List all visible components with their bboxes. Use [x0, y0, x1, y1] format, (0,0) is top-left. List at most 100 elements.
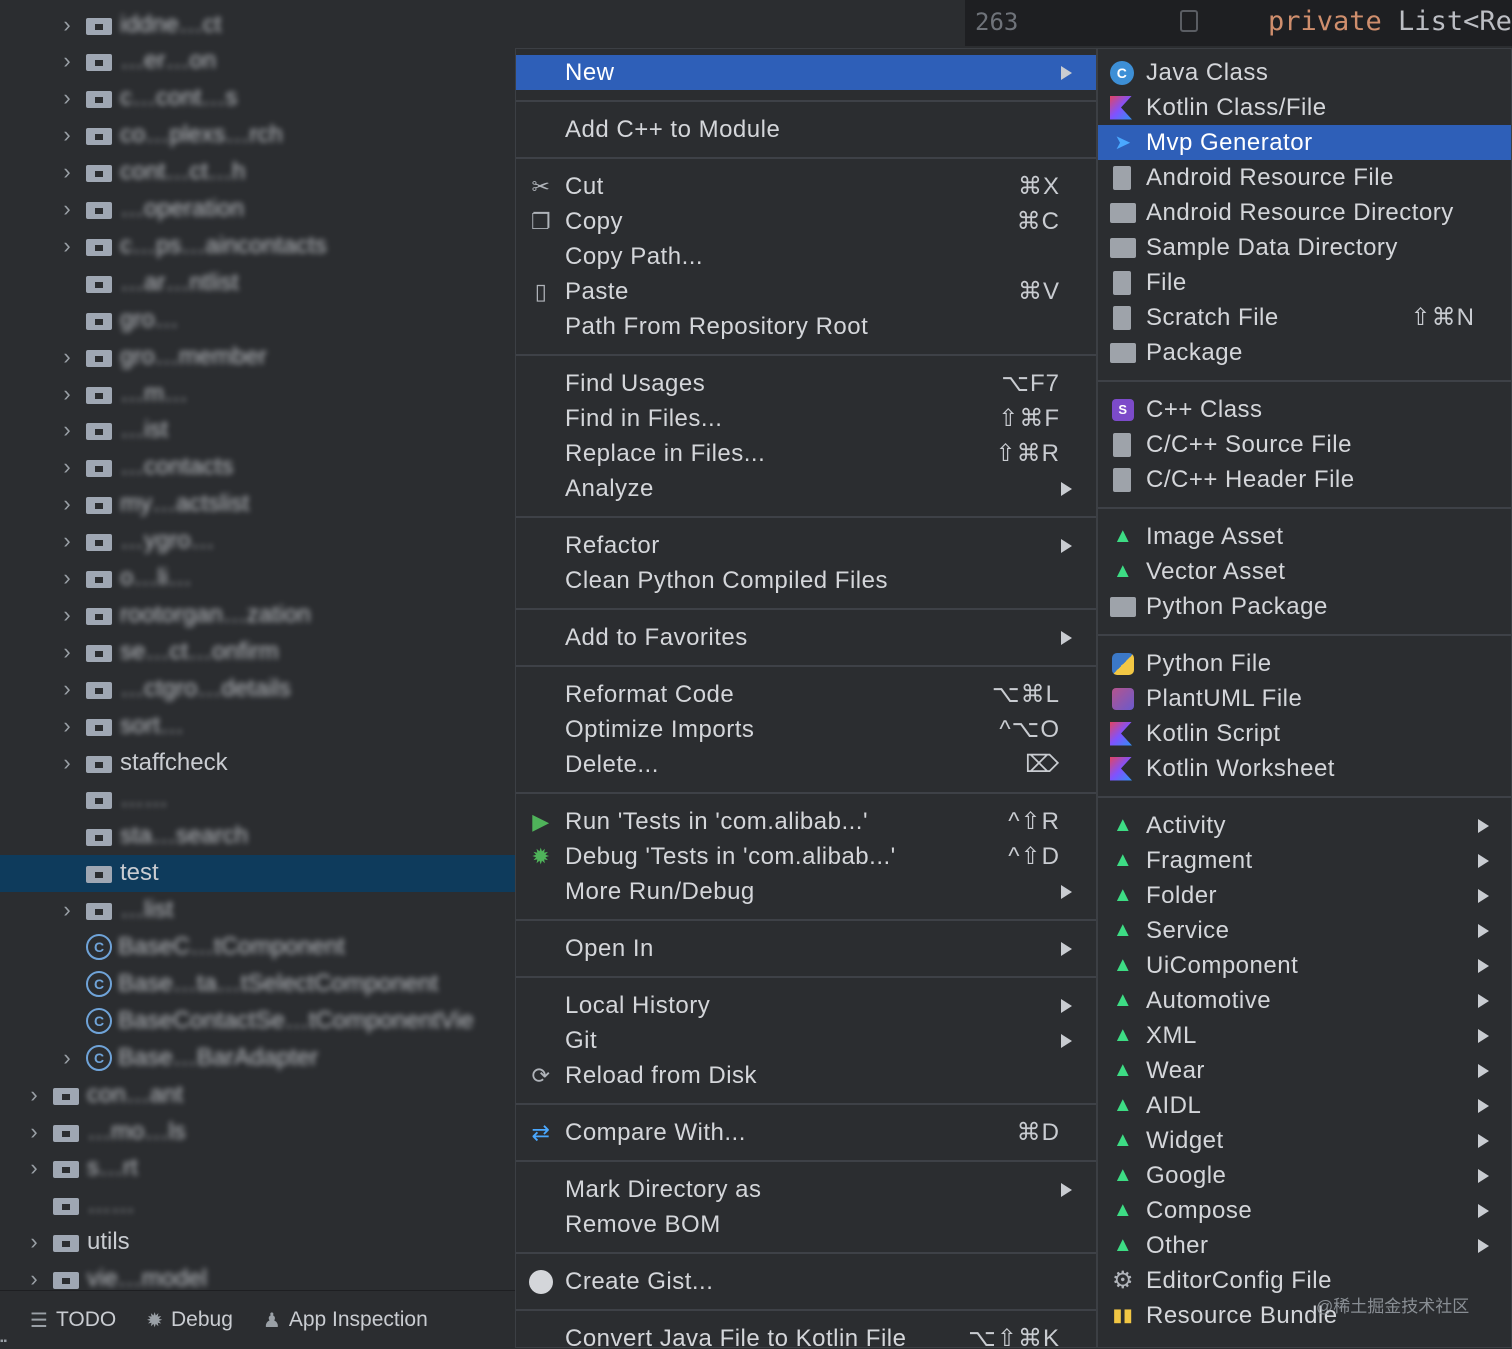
chevron-right-icon[interactable] — [25, 1198, 43, 1212]
chevron-right-icon[interactable]: › — [58, 528, 76, 553]
menu-item-run-tests-in-com-alibab[interactable]: ▶ Run 'Tests in 'com.alibab...' ^⇧R — [516, 804, 1096, 839]
menu-item-replace-in-files[interactable]: Replace in Files... ⇧⌘R — [516, 436, 1096, 471]
menu-item-convert-java-file-to-kotlin-file[interactable]: Convert Java File to Kotlin File ⌥⇧⌘K — [516, 1321, 1096, 1348]
tree-row[interactable]: › C Base…BarAdapter — [0, 1039, 515, 1076]
chevron-right-icon[interactable] — [58, 276, 76, 290]
tree-row[interactable]: › c…cont…s — [0, 80, 515, 117]
chevron-right-icon[interactable]: › — [58, 159, 76, 184]
menu-item-copy-path[interactable]: Copy Path... — [516, 239, 1096, 274]
menu-item-wear[interactable]: ▲ Wear — [1098, 1053, 1511, 1088]
tree-row[interactable]: › vie…model — [0, 1261, 515, 1290]
chevron-right-icon[interactable]: › — [58, 417, 76, 442]
chevron-right-icon[interactable]: › — [25, 1119, 43, 1144]
menu-item-debug-tests-in-com-alibab[interactable]: ✹ Debug 'Tests in 'com.alibab...' ^⇧D — [516, 839, 1096, 874]
menu-item-c-c-source-file[interactable]: C/C++ Source File — [1098, 427, 1511, 462]
menu-item-package[interactable]: Package — [1098, 335, 1511, 370]
tree-row[interactable]: …… — [0, 781, 515, 818]
menu-item-vector-asset[interactable]: ▲ Vector Asset — [1098, 554, 1511, 589]
menu-item-find-usages[interactable]: Find Usages ⌥F7 — [516, 366, 1096, 401]
tree-row[interactable]: C BaseContactSe…tComponentVie — [0, 1002, 515, 1039]
tree-row[interactable]: …ar…ntlist — [0, 264, 515, 301]
menu-item-c-c-header-file[interactable]: C/C++ Header File — [1098, 462, 1511, 497]
menu-item-add-c-to-module[interactable]: Add C++ to Module — [516, 112, 1096, 147]
menu-item-android-resource-file[interactable]: Android Resource File — [1098, 160, 1511, 195]
menu-item-xml[interactable]: ▲ XML — [1098, 1018, 1511, 1053]
menu-item-fragment[interactable]: ▲ Fragment — [1098, 843, 1511, 878]
menu-item-kotlin-script[interactable]: Kotlin Script — [1098, 716, 1511, 751]
tree-row[interactable]: › gro…member — [0, 338, 515, 375]
menu-item-automotive[interactable]: ▲ Automotive — [1098, 983, 1511, 1018]
menu-item-mvp-generator[interactable]: ➤ Mvp Generator — [1098, 125, 1511, 160]
tree-row[interactable]: › …operation — [0, 191, 515, 228]
menu-item-delete[interactable]: Delete... ⌦ — [516, 747, 1096, 782]
chevron-right-icon[interactable]: › — [25, 1155, 43, 1180]
tree-row[interactable]: › c…ps…aincontacts — [0, 227, 515, 264]
tree-row[interactable]: › s…rt — [0, 1150, 515, 1187]
chevron-right-icon[interactable]: › — [58, 196, 76, 221]
tree-row[interactable]: › iddne…ct — [0, 6, 515, 43]
menu-item-cut[interactable]: ✂ Cut ⌘X — [516, 169, 1096, 204]
menu-item-widget[interactable]: ▲ Widget — [1098, 1123, 1511, 1158]
menu-item-activity[interactable]: ▲ Activity — [1098, 808, 1511, 843]
menu-item-clean-python-compiled-files[interactable]: Clean Python Compiled Files — [516, 563, 1096, 598]
tree-row[interactable]: C Base…ta…tSelectComponent — [0, 965, 515, 1002]
menu-item-c-class[interactable]: S C++ Class — [1098, 392, 1511, 427]
tree-row[interactable]: › staffcheck — [0, 744, 515, 781]
debug-tool-button[interactable]: ✹ Debug — [146, 1308, 233, 1333]
chevron-right-icon[interactable] — [58, 977, 76, 991]
menu-item-service[interactable]: ▲ Service — [1098, 913, 1511, 948]
tree-row[interactable]: › …m… — [0, 375, 515, 412]
chevron-right-icon[interactable]: › — [58, 1045, 76, 1070]
menu-item-remove-bom[interactable]: Remove BOM — [516, 1207, 1096, 1242]
tree-row[interactable]: › sort… — [0, 707, 515, 744]
menu-item-compose[interactable]: ▲ Compose — [1098, 1193, 1511, 1228]
chevron-right-icon[interactable] — [58, 792, 76, 806]
chevron-right-icon[interactable] — [58, 866, 76, 880]
tree-row[interactable]: › …list — [0, 892, 515, 929]
tree-row[interactable]: › con…ant — [0, 1076, 515, 1113]
tree-row[interactable]: …… — [0, 1187, 515, 1224]
todo-tool-button[interactable]: ☰ TODO — [30, 1308, 116, 1333]
app-inspection-tool-button[interactable]: ♟ App Inspection — [263, 1308, 428, 1333]
tree-row[interactable]: › utils — [0, 1224, 515, 1261]
menu-item-java-class[interactable]: C Java Class — [1098, 55, 1511, 90]
menu-item-add-to-favorites[interactable]: Add to Favorites — [516, 620, 1096, 655]
menu-item-refactor[interactable]: Refactor — [516, 528, 1096, 563]
chevron-right-icon[interactable]: › — [58, 48, 76, 73]
tree-row[interactable]: › …ygro… — [0, 523, 515, 560]
menu-item-analyze[interactable]: Analyze — [516, 471, 1096, 506]
chevron-right-icon[interactable]: › — [58, 12, 76, 37]
chevron-right-icon[interactable]: › — [25, 1266, 43, 1290]
chevron-right-icon[interactable]: › — [58, 491, 76, 516]
chevron-right-icon[interactable]: › — [58, 85, 76, 110]
menu-item-plantuml-file[interactable]: PlantUML File — [1098, 681, 1511, 716]
tree-row[interactable]: C BaseC…tComponent — [0, 929, 515, 966]
chevron-right-icon[interactable]: › — [25, 1229, 43, 1254]
menu-item-more-run-debug[interactable]: More Run/Debug — [516, 874, 1096, 909]
menu-item-optimize-imports[interactable]: Optimize Imports ^⌥O — [516, 712, 1096, 747]
menu-item-mark-directory-as[interactable]: Mark Directory as — [516, 1172, 1096, 1207]
menu-item-new[interactable]: New — [516, 55, 1096, 90]
chevron-right-icon[interactable] — [58, 829, 76, 843]
tree-row[interactable]: › …mo…ls — [0, 1113, 515, 1150]
chevron-right-icon[interactable] — [58, 940, 76, 954]
project-tree[interactable]: › iddne…ct › …er…on › c…cont…s › co…plexs…rch › c… — [0, 0, 515, 1290]
menu-item-find-in-files[interactable]: Find in Files... ⇧⌘F — [516, 401, 1096, 436]
menu-item-folder[interactable]: ▲ Folder — [1098, 878, 1511, 913]
menu-item-python-package[interactable]: Python Package — [1098, 589, 1511, 624]
tree-row[interactable]: › se…ct…onfirm — [0, 633, 515, 670]
tree-row[interactable]: › …ctgro…details — [0, 670, 515, 707]
menu-item-uicomponent[interactable]: ▲ UiComponent — [1098, 948, 1511, 983]
menu-item-local-history[interactable]: Local History — [516, 988, 1096, 1023]
menu-item-reload-from-disk[interactable]: ⟳ Reload from Disk — [516, 1058, 1096, 1093]
menu-item-scratch-file[interactable]: Scratch File ⇧⌘N — [1098, 300, 1511, 335]
chevron-right-icon[interactable]: › — [58, 381, 76, 406]
tree-row[interactable]: › …ist — [0, 412, 515, 449]
tree-row[interactable]: › my…actslist — [0, 486, 515, 523]
chevron-right-icon[interactable]: › — [58, 122, 76, 147]
chevron-right-icon[interactable]: › — [58, 750, 76, 775]
menu-item-kotlin-worksheet[interactable]: Kotlin Worksheet — [1098, 751, 1511, 786]
menu-item-open-in[interactable]: Open In — [516, 931, 1096, 966]
tree-row[interactable]: › …contacts — [0, 449, 515, 486]
menu-item-path-from-repository-root[interactable]: Path From Repository Root — [516, 309, 1096, 344]
